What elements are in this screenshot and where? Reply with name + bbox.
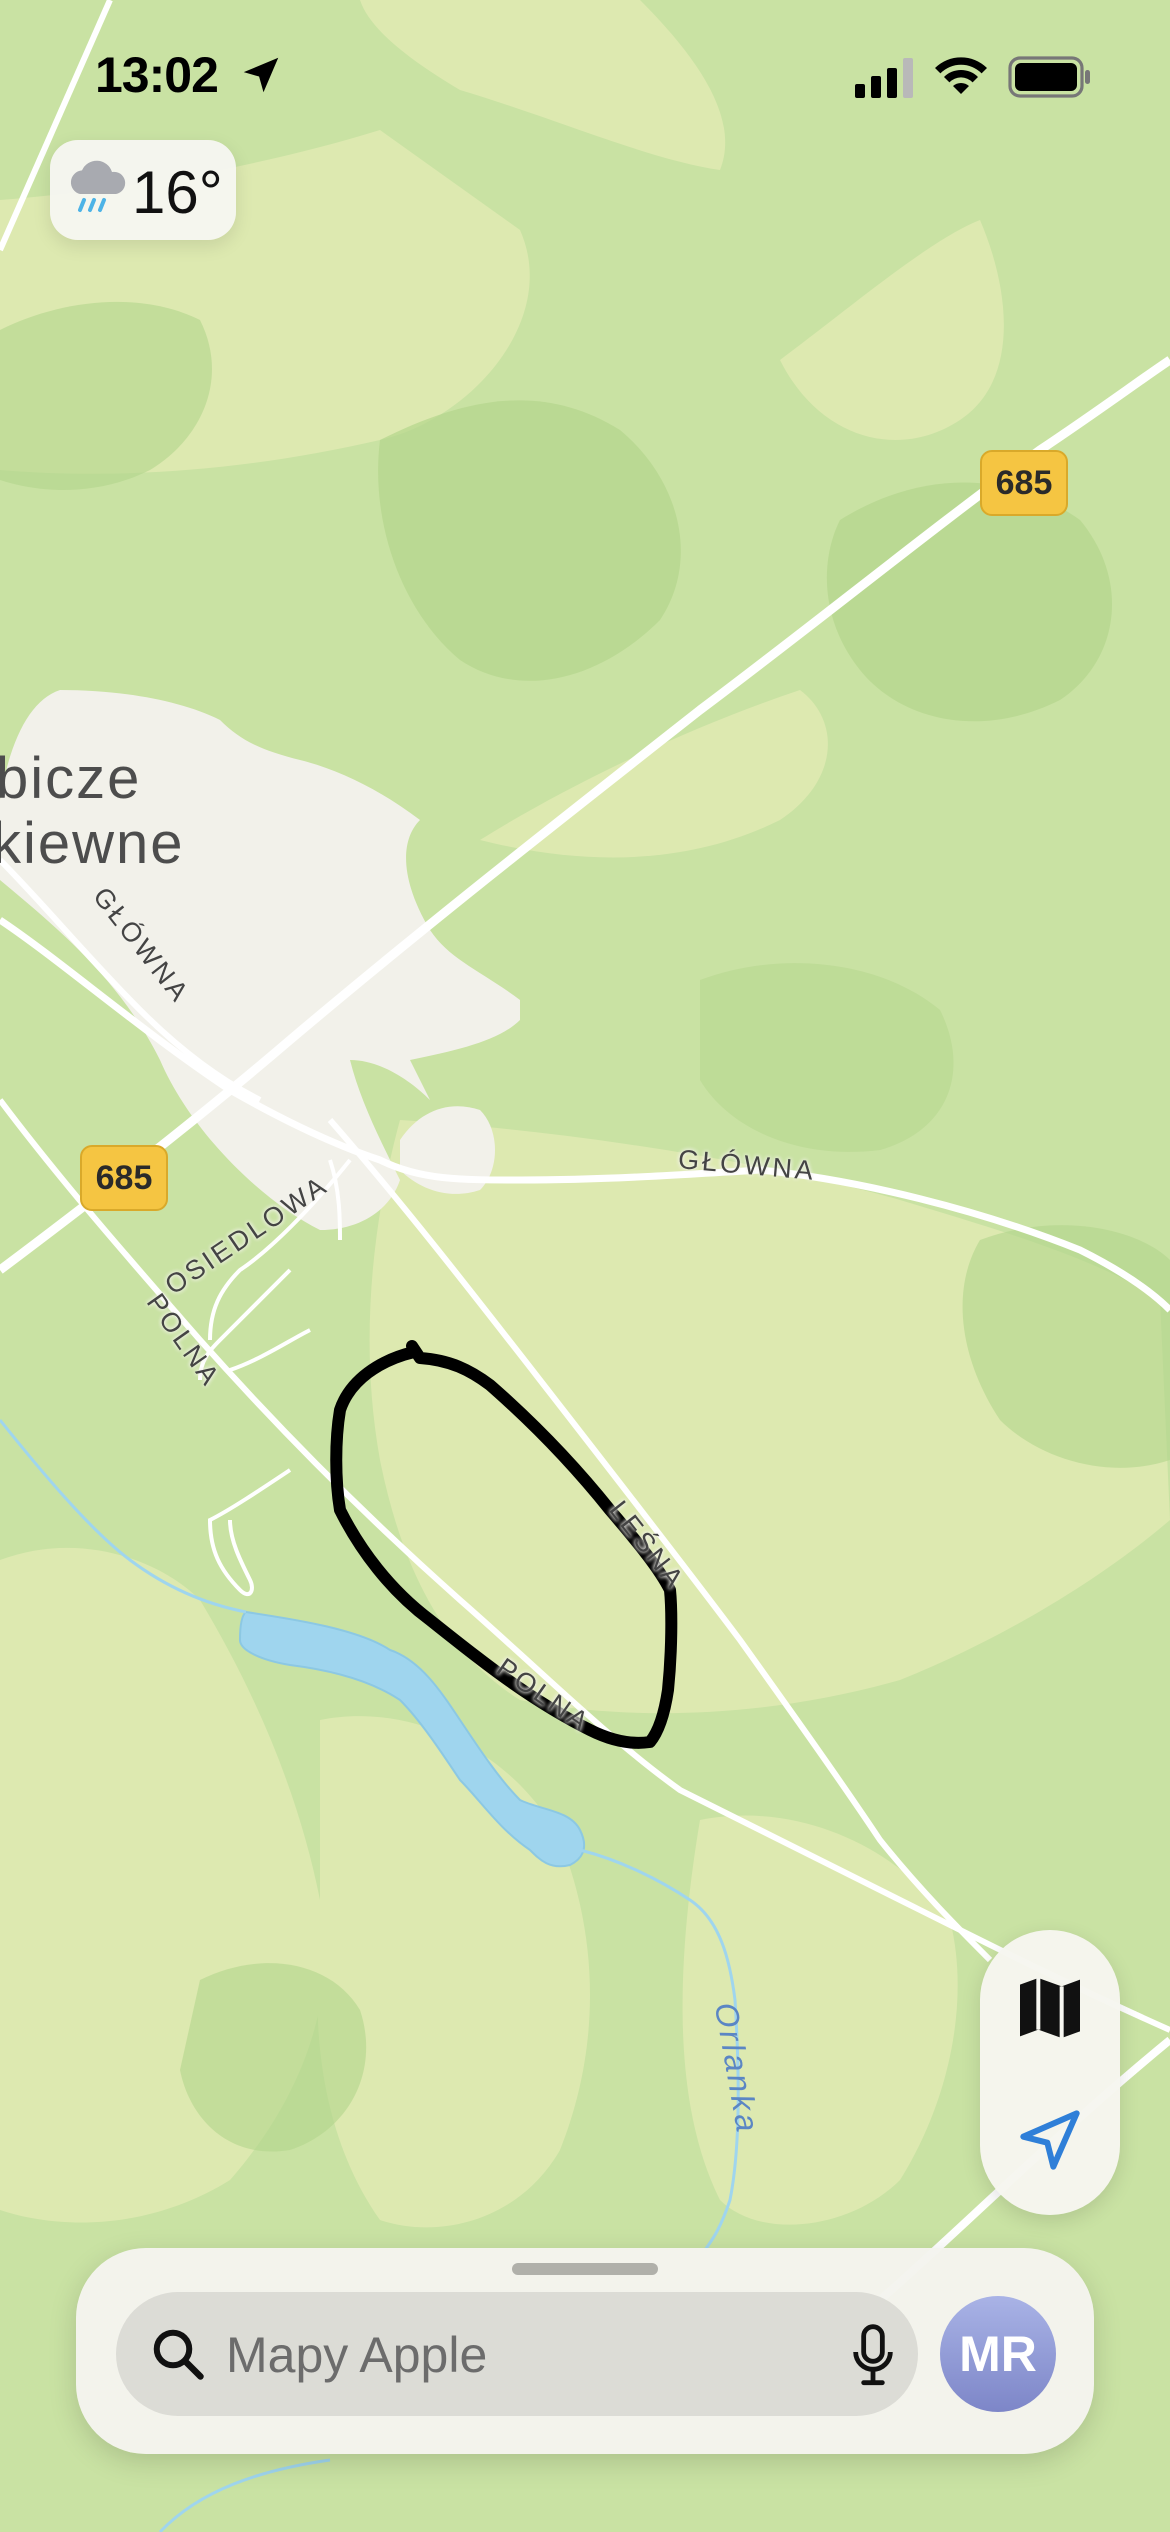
magnifying-glass-icon bbox=[153, 2329, 204, 2380]
avatar[interactable]: MR bbox=[940, 2296, 1056, 2412]
place-name: bicze bbox=[0, 746, 142, 811]
search-sheet[interactable]: Mapy Apple MR bbox=[76, 2248, 1094, 2454]
map-controls bbox=[980, 1930, 1120, 2215]
sheet-grabber[interactable] bbox=[512, 2263, 658, 2275]
cellular-signal-icon bbox=[855, 58, 913, 98]
wifi-icon bbox=[935, 57, 987, 94]
route-shield-685[interactable]: 685 bbox=[980, 450, 1068, 516]
location-arrow-icon bbox=[243, 57, 279, 93]
map-icon[interactable] bbox=[1010, 1968, 1090, 2048]
search-field[interactable]: Mapy Apple bbox=[116, 2292, 918, 2416]
weather-chip[interactable]: 16° bbox=[50, 140, 236, 240]
status-bar: 13:02 bbox=[0, 0, 1170, 150]
microphone-icon[interactable] bbox=[850, 2324, 896, 2388]
battery-icon bbox=[1008, 56, 1090, 98]
cloud-rain-icon bbox=[70, 160, 126, 212]
route-shield-685[interactable]: 685 bbox=[80, 1145, 168, 1211]
status-time: 13:02 bbox=[95, 47, 219, 103]
place-name: kiewne bbox=[0, 811, 185, 876]
location-arrow-outline-icon[interactable] bbox=[1010, 2100, 1090, 2180]
search-placeholder: Mapy Apple bbox=[226, 2327, 488, 2383]
weather-temperature: 16° bbox=[132, 159, 223, 226]
